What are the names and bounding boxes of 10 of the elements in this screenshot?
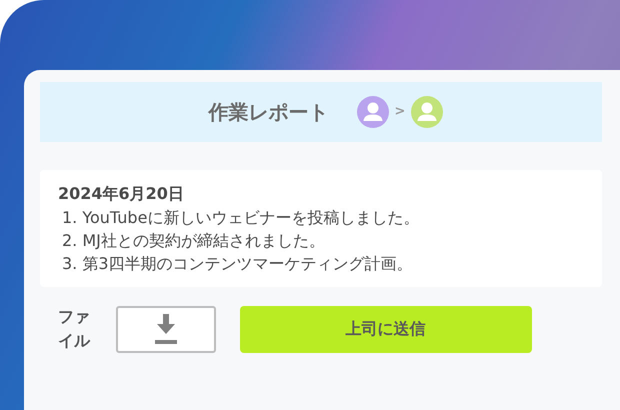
report-item: 2. MJ社との契約が締結されました。 [61, 230, 326, 252]
file-label: ファイル [58, 306, 92, 352]
download-button[interactable] [116, 306, 216, 352]
report-item: 3. 第3四半期のコンテンツマーケティング計画。 [61, 253, 414, 275]
report-item: 1. YouTubeに新しいウェビナーを投稿しました。 [61, 207, 420, 229]
download-icon [154, 314, 178, 344]
report-title: 作業レポート [208, 99, 329, 126]
flow-separator: > [394, 103, 406, 122]
report-date: 2024年6月20日 [58, 183, 185, 205]
submit-button[interactable]: 上司に送信 [240, 306, 532, 352]
